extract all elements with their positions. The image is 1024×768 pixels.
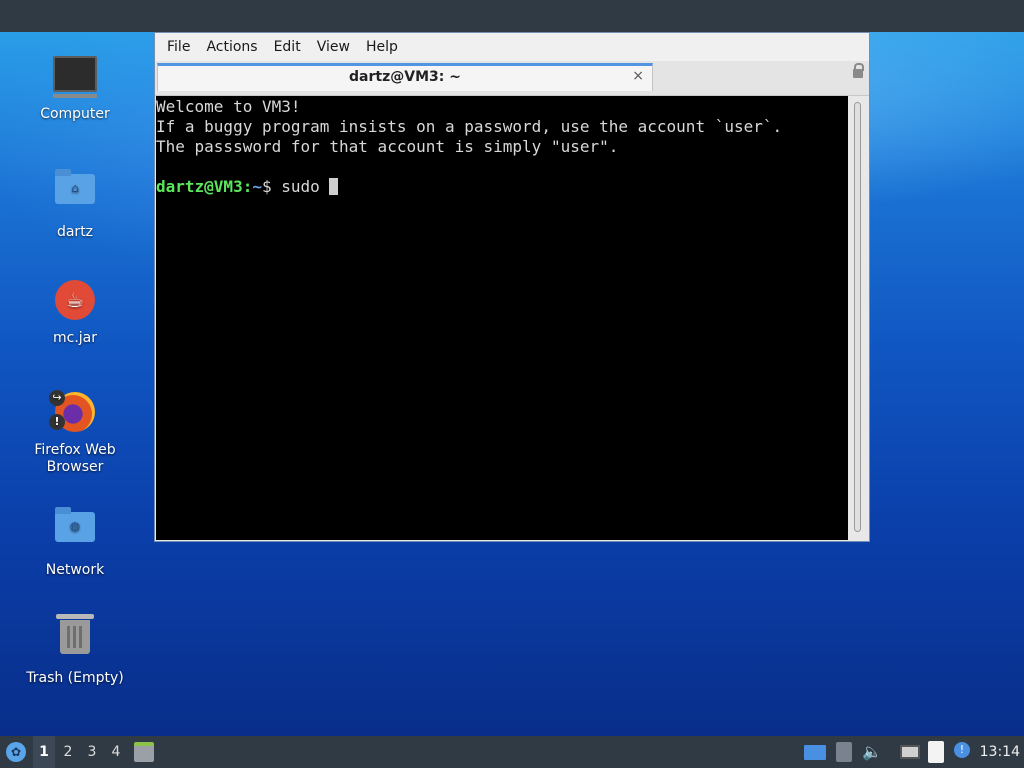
volume-icon[interactable]: 🔈 bbox=[862, 742, 882, 761]
menu-help[interactable]: Help bbox=[358, 39, 406, 55]
prompt-path: ~ bbox=[252, 177, 262, 196]
lxqt-logo-icon: ✿ bbox=[6, 742, 26, 762]
command-input[interactable]: sudo bbox=[281, 177, 329, 196]
close-icon[interactable]: × bbox=[632, 68, 644, 84]
java-icon: ☕ bbox=[55, 280, 95, 320]
workspace-3[interactable]: 3 bbox=[81, 736, 103, 768]
clock[interactable]: 13:14 bbox=[980, 736, 1020, 768]
workspace-1[interactable]: 1 bbox=[33, 736, 55, 768]
notes-icon[interactable] bbox=[928, 741, 944, 763]
desktop-icon-computer[interactable]: Computer bbox=[20, 52, 130, 123]
menubar: File Actions Edit View Help bbox=[155, 33, 869, 61]
workspace-4[interactable]: 4 bbox=[105, 736, 127, 768]
desktop-icon-firefox[interactable]: ↪ ! Firefox Web Browser bbox=[20, 390, 130, 476]
tab-title: dartz@VM3: ~ bbox=[349, 69, 461, 85]
link-badge-icon: ↪ bbox=[49, 390, 65, 406]
scrollbar-thumb[interactable] bbox=[854, 102, 861, 532]
terminal-line: The passsword for that account is simply… bbox=[156, 137, 619, 156]
terminal-line: If a buggy program insists on a password… bbox=[156, 117, 783, 136]
computer-icon bbox=[53, 56, 97, 98]
show-desktop-icon[interactable] bbox=[134, 742, 154, 762]
top-panel bbox=[0, 0, 1024, 32]
prompt-line: dartz@VM3:~$ sudo bbox=[156, 177, 848, 197]
desktop-icon-label: Trash (Empty) bbox=[26, 670, 124, 686]
prompt-symbol: $ bbox=[261, 177, 282, 196]
text-cursor bbox=[329, 178, 339, 195]
desktop-icon-label: Computer bbox=[40, 106, 110, 122]
desktop-icon-mc-jar[interactable]: ☕ mc.jar bbox=[20, 278, 130, 347]
menu-edit[interactable]: Edit bbox=[266, 39, 309, 55]
lock-icon[interactable] bbox=[853, 63, 864, 78]
desktop-icon-label: dartz bbox=[56, 224, 94, 240]
home-folder-icon: ⌂ bbox=[55, 169, 95, 204]
trash-icon bbox=[56, 614, 94, 654]
terminal-window: File Actions Edit View Help dartz@VM3: ~… bbox=[154, 32, 870, 542]
workspace-2[interactable]: 2 bbox=[57, 736, 79, 768]
terminal-line: Welcome to VM3! bbox=[156, 97, 301, 116]
terminal-output[interactable]: Welcome to VM3! If a buggy program insist… bbox=[156, 96, 848, 540]
update-icon[interactable]: ! bbox=[954, 742, 970, 758]
clipboard-icon[interactable] bbox=[836, 742, 852, 762]
menu-actions[interactable]: Actions bbox=[198, 39, 265, 55]
desktop-icon-trash[interactable]: Trash (Empty) bbox=[20, 614, 130, 687]
bottom-panel: ✿ 1 2 3 4 🔈 ! 13:14 bbox=[0, 736, 1024, 768]
menu-file[interactable]: File bbox=[159, 39, 198, 55]
tab-bar: dartz@VM3: ~ × bbox=[155, 61, 869, 96]
menu-view[interactable]: View bbox=[309, 39, 358, 55]
desktop-icon-dartz[interactable]: ⌂ dartz bbox=[20, 166, 130, 241]
screen-icon[interactable] bbox=[804, 745, 826, 760]
firefox-icon: ↪ ! bbox=[49, 390, 95, 432]
tab-terminal[interactable]: dartz@VM3: ~ × bbox=[157, 63, 653, 91]
desktop-icon-label: mc.jar bbox=[52, 330, 97, 346]
desktop-icon-label: Firefox Web Browser bbox=[34, 442, 116, 475]
desktop-icon-network[interactable]: ◍ Network bbox=[20, 504, 130, 579]
app-menu-button[interactable]: ✿ bbox=[4, 736, 28, 768]
scrollbar[interactable] bbox=[848, 96, 868, 540]
desktop-icon-label: Network bbox=[45, 562, 105, 578]
warning-badge-icon: ! bbox=[49, 414, 65, 430]
network-folder-icon: ◍ bbox=[55, 507, 95, 542]
prompt-user: dartz@VM3: bbox=[156, 177, 253, 196]
network-icon[interactable] bbox=[900, 745, 920, 759]
